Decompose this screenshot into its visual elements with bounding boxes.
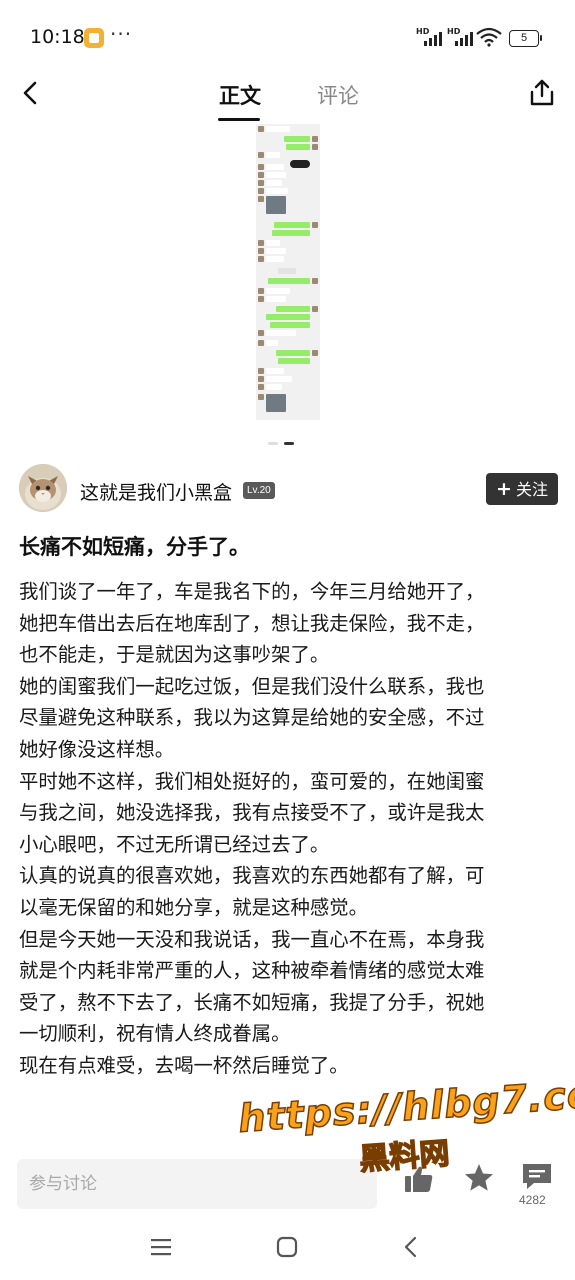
system-navigation-bar <box>0 1216 575 1280</box>
level-badge: Lv.20 <box>243 482 275 499</box>
home-icon[interactable] <box>272 1232 302 1262</box>
post-line: 她把车借出去后在地库刮了，想让我走保险，我不走， <box>19 611 485 635</box>
post-line: 一切顺利，祝有情人终成眷属。 <box>19 1022 291 1046</box>
share-icon[interactable] <box>525 76 559 110</box>
comment-count: 4282 <box>519 1193 546 1207</box>
tab-main-text[interactable]: 正文 <box>219 80 261 110</box>
plus-icon: + <box>496 478 512 500</box>
app-notification-icon <box>84 28 104 48</box>
post-line: 认真的说真的很喜欢她，我喜欢的东西她都有了解，可 <box>19 864 485 888</box>
back-icon[interactable] <box>14 76 48 110</box>
post-line: 小心眼吧，不过无所谓已经过去了。 <box>19 832 330 856</box>
chat-screenshot-image[interactable] <box>256 124 320 420</box>
post-line: 与我之间，她没选择我，我有点接受不了，或许是我太 <box>19 801 485 825</box>
status-bar: 10:18 ··· HD HD 5 <box>0 0 575 70</box>
battery-icon: 5 <box>509 30 542 47</box>
author-name[interactable]: 这就是我们小黑盒 <box>80 478 232 505</box>
author-avatar[interactable] <box>19 464 67 512</box>
post-line: 但是今天她一天没和我说话，我一直心不在焉，本身我 <box>19 927 485 951</box>
menu-icon[interactable] <box>146 1232 176 1262</box>
post-line: 受了，熬不下去了，长痛不如短痛，我提了分手，祝她 <box>19 990 485 1014</box>
post-line: 以毫无保留的和她分享，就是这种感觉。 <box>19 895 369 919</box>
more-notifications-icon: ··· <box>110 22 133 46</box>
post-line: 我们谈了一年了，车是我名下的，今年三月给她开了， <box>19 580 485 603</box>
post-line: 就是个内耗非常严重的人，这种被牵着情绪的感觉太难 <box>19 959 485 983</box>
status-time: 10:18 <box>30 26 85 48</box>
tab-comments[interactable]: 评论 <box>317 80 359 110</box>
post-line: 也不能走，于是就因为这事吵架了。 <box>19 643 330 667</box>
post-line: 她的闺蜜我们一起吃过饭，但是我们没什么联系，我也 <box>19 674 485 698</box>
active-tab-indicator <box>218 118 260 121</box>
post-line: 尽量避免这种联系，我以为这算是给她的安全感，不过 <box>19 706 485 730</box>
post-title: 长痛不如短痛，分手了。 <box>19 535 250 559</box>
post-image-carousel[interactable] <box>0 124 575 445</box>
top-nav: 正文 评论 <box>0 70 575 124</box>
post-line: 平时她不这样，我们相处挺好的，蛮可爱的，在她闺蜜 <box>19 769 485 793</box>
watermark-name: 黑料网 <box>358 1136 452 1179</box>
follow-label: 关注 <box>515 480 548 499</box>
follow-button[interactable]: + 关注 <box>486 473 558 505</box>
carousel-indicator <box>268 442 294 445</box>
wifi-icon <box>476 27 502 47</box>
system-back-icon[interactable] <box>396 1232 426 1262</box>
signal-icon-1 <box>424 30 442 46</box>
post-line: 她好像没这样想。 <box>19 737 175 761</box>
cat-avatar-icon <box>19 464 67 512</box>
post-line: 现在有点难受，去喝一杯然后睡觉了。 <box>19 1053 349 1077</box>
signal-icon-2 <box>455 30 473 46</box>
post-body: 我们谈了一年了，车是我名下的，今年三月给她开了， 她把车借出去后在地库刮了，想让… <box>19 576 559 1082</box>
